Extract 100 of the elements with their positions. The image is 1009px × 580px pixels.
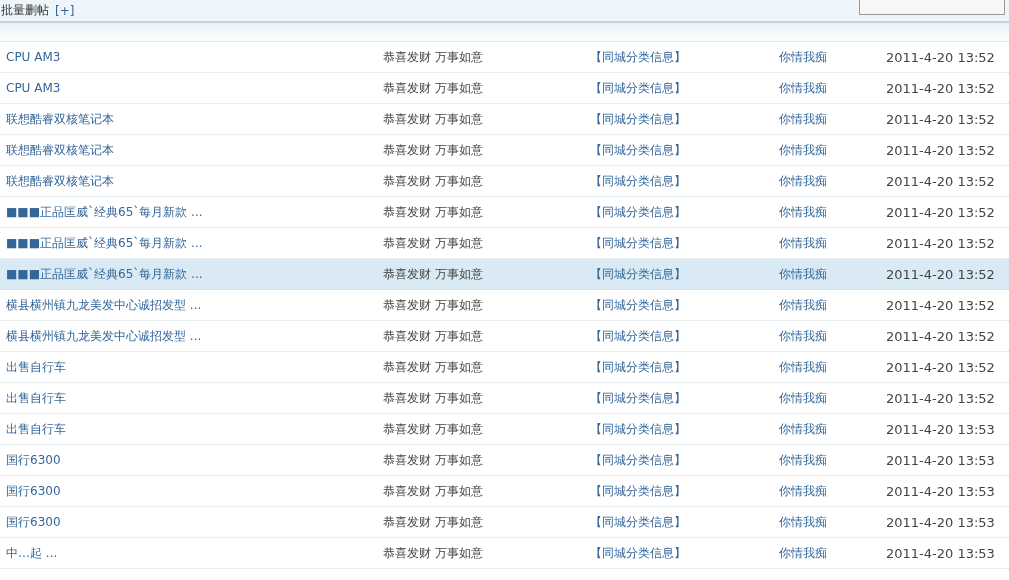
thread-title-link[interactable]: ■■■正品匡威`经典65`每月新款 ... [6,265,383,283]
post-date: 2011-4-20 13:52 [886,235,996,251]
post-date: 2011-4-20 13:52 [886,359,996,375]
forum-link[interactable]: 【同城分类信息】 [590,451,779,469]
thread-title-link[interactable]: ■■■正品匡威`经典65`每月新款 ... [6,234,383,252]
subject-text: 恭喜发财 万事如意 [383,234,484,252]
post-date: 2011-4-20 13:53 [886,545,996,561]
table-row[interactable]: 出售自行车 恭喜发财 万事如意 【同城分类信息】 你情我痴 2011-4-20 13:53 [0,414,1009,445]
thread-title-link[interactable]: 联想酷睿双核笔记本 [6,110,383,128]
thread-title-link[interactable]: 国行6300 [6,482,383,500]
author-link[interactable]: 你情我痴 [779,110,886,128]
subject-text: 恭喜发财 万事如意 [383,48,484,66]
author-link[interactable]: 你情我痴 [779,544,886,562]
table-row[interactable]: 国行6300 恭喜发财 万事如意 【同城分类信息】 你情我痴 2011-4-20 13:53 [0,445,1009,476]
author-link[interactable]: 你情我痴 [779,203,886,221]
table-row[interactable]: 国行6300 恭喜发财 万事如意 【同城分类信息】 你情我痴 2011-4-20 13:53 [0,476,1009,507]
author-link[interactable]: 你情我痴 [779,451,886,469]
forum-link[interactable]: 【同城分类信息】 [590,110,779,128]
subject-text: 恭喜发财 万事如意 [383,327,484,345]
table-row[interactable]: CPU AM3 恭喜发财 万事如意 【同城分类信息】 你情我痴 2011-4-20 13:52 [0,73,1009,104]
subject-text: 恭喜发财 万事如意 [383,172,484,190]
author-link[interactable]: 你情我痴 [779,234,886,252]
forum-link[interactable]: 【同城分类信息】 [590,296,779,314]
post-date: 2011-4-20 13:53 [886,421,996,437]
table-row[interactable]: 中…起 ... 恭喜发财 万事如意 【同城分类信息】 你情我痴 2011-4-20 13:53 [0,538,1009,569]
table-row[interactable]: 横县横州镇九龙美发中心诚招发型 ... 恭喜发财 万事如意 【同城分类信息】 你情我痴 2011-4-20 13:52 [0,321,1009,352]
author-link[interactable]: 你情我痴 [779,389,886,407]
table-row[interactable]: 联想酷睿双核笔记本 恭喜发财 万事如意 【同城分类信息】 你情我痴 2011-4-20 13:52 [0,166,1009,197]
author-link[interactable]: 你情我痴 [779,482,886,500]
author-link[interactable]: 你情我痴 [779,358,886,376]
table-row[interactable]: ■■■正品匡威`经典65`每月新款 ... 恭喜发财 万事如意 【同城分类信息】 你情我痴 2011-4-20 13:52 [0,197,1009,228]
post-date: 2011-4-20 13:52 [886,173,996,189]
thread-title-link[interactable]: 出售自行车 [6,420,383,438]
author-link[interactable]: 你情我痴 [779,141,886,159]
post-date: 2011-4-20 13:52 [886,297,996,313]
forum-link[interactable]: 【同城分类信息】 [590,513,779,531]
author-link[interactable]: 你情我痴 [779,327,886,345]
forum-link[interactable]: 【同城分类信息】 [590,358,779,376]
thread-title-link[interactable]: CPU AM3 [6,50,383,64]
post-date: 2011-4-20 13:53 [886,452,996,468]
forum-link[interactable]: 【同城分类信息】 [590,141,779,159]
thread-title-link[interactable]: CPU AM3 [6,81,383,95]
post-date: 2011-4-20 13:52 [886,80,996,96]
author-link[interactable]: 你情我痴 [779,79,886,97]
post-date: 2011-4-20 13:53 [886,483,996,499]
table-row[interactable]: 出售自行车 恭喜发财 万事如意 【同城分类信息】 你情我痴 2011-4-20 13:52 [0,352,1009,383]
post-date: 2011-4-20 13:52 [886,328,996,344]
thread-title-link[interactable]: 横县横州镇九龙美发中心诚招发型 ... [6,327,383,345]
author-link[interactable]: 你情我痴 [779,513,886,531]
forum-link[interactable]: 【同城分类信息】 [590,265,779,283]
author-link[interactable]: 你情我痴 [779,48,886,66]
thread-title-link[interactable]: 出售自行车 [6,389,383,407]
forum-link[interactable]: 【同城分类信息】 [590,327,779,345]
table-row[interactable]: 横县横州镇九龙美发中心诚招发型 ... 恭喜发财 万事如意 【同城分类信息】 你情我痴 2011-4-20 13:52 [0,290,1009,321]
subject-text: 恭喜发财 万事如意 [383,544,484,562]
table-row[interactable]: CPU AM3 恭喜发财 万事如意 【同城分类信息】 你情我痴 2011-4-20 13:52 [0,42,1009,73]
subject-text: 恭喜发财 万事如意 [383,79,484,97]
subject-text: 恭喜发财 万事如意 [383,141,484,159]
thread-title-link[interactable]: 联想酷睿双核笔记本 [6,141,383,159]
thread-title-link[interactable]: 横县横州镇九龙美发中心诚招发型 ... [6,296,383,314]
batch-delete-link[interactable]: 批量删帖 [1,2,49,19]
thread-title-link[interactable]: 中…起 ... [6,544,383,562]
author-link[interactable]: 你情我痴 [779,172,886,190]
forum-link[interactable]: 【同城分类信息】 [590,420,779,438]
table-row[interactable]: 联想酷睿双核笔记本 恭喜发财 万事如意 【同城分类信息】 你情我痴 2011-4-20 13:52 [0,135,1009,166]
subject-text: 恭喜发财 万事如意 [383,296,484,314]
forum-link[interactable]: 【同城分类信息】 [590,48,779,66]
forum-link[interactable]: 【同城分类信息】 [590,172,779,190]
post-date: 2011-4-20 13:52 [886,204,996,220]
forum-link[interactable]: 【同城分类信息】 [590,234,779,252]
subject-text: 恭喜发财 万事如意 [383,420,484,438]
subject-text: 恭喜发财 万事如意 [383,358,484,376]
subject-text: 恭喜发财 万事如意 [383,265,484,283]
expand-link[interactable]: [+] [55,3,75,18]
post-date: 2011-4-20 13:53 [886,514,996,530]
thread-title-link[interactable]: 联想酷睿双核笔记本 [6,172,383,190]
thread-title-link[interactable]: ■■■正品匡威`经典65`每月新款 ... [6,203,383,221]
post-date: 2011-4-20 13:52 [886,111,996,127]
table-row[interactable]: 出售自行车 恭喜发财 万事如意 【同城分类信息】 你情我痴 2011-4-20 13:52 [0,383,1009,414]
forum-link[interactable]: 【同城分类信息】 [590,544,779,562]
forum-link[interactable]: 【同城分类信息】 [590,203,779,221]
forum-link[interactable]: 【同城分类信息】 [590,79,779,97]
forum-link[interactable]: 【同城分类信息】 [590,482,779,500]
table-row[interactable]: 联想酷睿双核笔记本 恭喜发财 万事如意 【同城分类信息】 你情我痴 2011-4-20 13:52 [0,104,1009,135]
author-link[interactable]: 你情我痴 [779,296,886,314]
thread-title-link[interactable]: 国行6300 [6,451,383,469]
post-date: 2011-4-20 13:52 [886,266,996,282]
subject-text: 恭喜发财 万事如意 [383,513,484,531]
post-date: 2011-4-20 13:52 [886,142,996,158]
thread-title-link[interactable]: 国行6300 [6,513,383,531]
subject-text: 恭喜发财 万事如意 [383,451,484,469]
thread-title-link[interactable]: 出售自行车 [6,358,383,376]
subject-text: 恭喜发财 万事如意 [383,389,484,407]
table-row[interactable]: ■■■正品匡威`经典65`每月新款 ... 恭喜发财 万事如意 【同城分类信息】 你情我痴 2011-4-20 13:52 [0,259,1009,290]
search-field[interactable] [859,0,1005,15]
forum-link[interactable]: 【同城分类信息】 [590,389,779,407]
subject-text: 恭喜发财 万事如意 [383,203,484,221]
table-row[interactable]: 国行6300 恭喜发财 万事如意 【同城分类信息】 你情我痴 2011-4-20 13:53 [0,507,1009,538]
author-link[interactable]: 你情我痴 [779,420,886,438]
author-link[interactable]: 你情我痴 [779,265,886,283]
